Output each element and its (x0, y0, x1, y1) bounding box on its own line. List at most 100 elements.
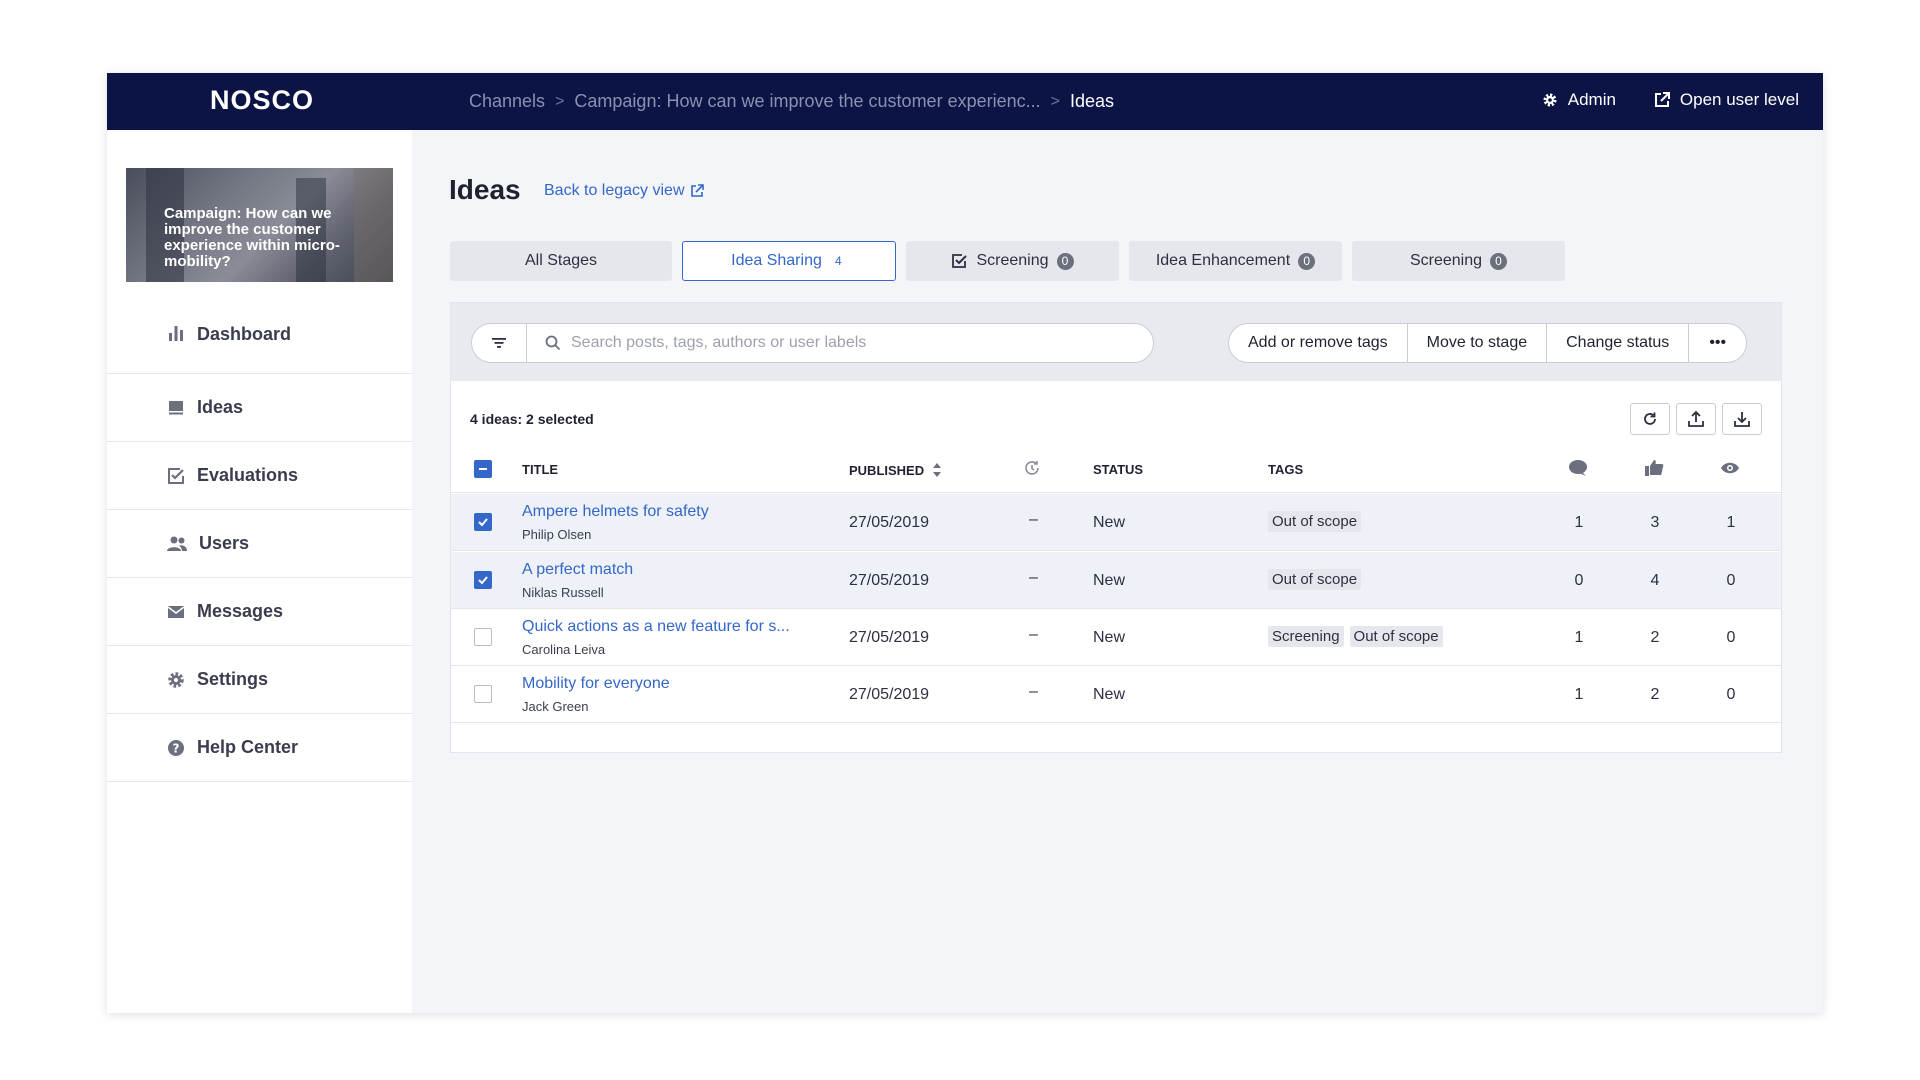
envelope-icon (167, 605, 185, 618)
stage-time: – (1029, 569, 1038, 586)
table-row[interactable]: Mobility for everyone Jack Green 27/05/2… (451, 666, 1781, 723)
tab-screening-2[interactable]: Screening 0 (1352, 241, 1565, 281)
idea-author: Carolina Leiva (522, 642, 606, 657)
search-input[interactable] (571, 334, 1131, 352)
help-icon: ? (168, 739, 184, 756)
app-window: NOSCO Channels > Campaign: How can we im… (107, 73, 1823, 1013)
tab-idea-enhancement[interactable]: Idea Enhancement 0 (1129, 241, 1342, 281)
column-likes[interactable] (1644, 459, 1664, 477)
external-link-icon (1654, 92, 1670, 107)
sidebar-item-settings[interactable]: Settings (107, 646, 412, 714)
column-status[interactable]: STATUS (1093, 462, 1143, 477)
idea-title-link[interactable]: Mobility for everyone (522, 675, 670, 693)
row-checkbox[interactable] (474, 571, 492, 589)
row-checkbox[interactable] (474, 513, 492, 531)
view-count: 0 (1726, 629, 1736, 646)
upload-button[interactable] (1676, 403, 1716, 435)
comment-count: 0 (1574, 572, 1584, 589)
tab-idea-sharing[interactable]: Idea Sharing 4 (682, 241, 896, 281)
selection-summary: 4 ideas: 2 selected (470, 411, 594, 427)
open-user-level-button[interactable]: Open user level (1654, 90, 1799, 110)
campaign-title: Campaign: How can we improve the custome… (164, 205, 340, 270)
campaign-card[interactable]: Campaign: How can we improve the custome… (126, 168, 393, 282)
tab-label: All Stages (524, 252, 598, 269)
column-views[interactable] (1720, 461, 1740, 475)
sidebar-item-label: Help Center (197, 737, 299, 757)
tab-count: 0 (1056, 252, 1074, 270)
add-remove-tags-button[interactable]: Add or remove tags (1229, 324, 1408, 362)
sidebar-item-label: Settings (197, 669, 269, 689)
admin-button[interactable]: Admin (1542, 90, 1616, 110)
open-user-level-label: Open user level (1679, 90, 1799, 109)
table-row[interactable]: Quick actions as a new feature for s... … (451, 609, 1781, 666)
breadcrumb-ideas: Ideas (1069, 91, 1115, 111)
idea-title-link[interactable]: A perfect match (522, 561, 633, 579)
idea-title-link[interactable]: Quick actions as a new feature for s... (522, 618, 790, 636)
idea-tags: Out of scope (1268, 511, 1367, 532)
row-checkbox[interactable] (474, 685, 492, 703)
filter-button[interactable] (471, 323, 527, 363)
sidebar-item-ideas[interactable]: Ideas (107, 374, 412, 442)
top-actions: Admin Open user level (1504, 90, 1799, 110)
sidebar-item-dashboard[interactable]: Dashboard (107, 318, 412, 374)
idea-author: Jack Green (522, 699, 589, 714)
tag-badge: Out of scope (1349, 626, 1443, 647)
back-to-legacy-link[interactable]: Back to legacy view (544, 182, 704, 200)
breadcrumb-channels[interactable]: Channels (469, 91, 545, 112)
legacy-link-label: Back to legacy view (544, 182, 685, 199)
move-to-stage-button[interactable]: Move to stage (1408, 324, 1548, 362)
table-actions (1624, 403, 1762, 435)
more-options-button[interactable]: ••• (1689, 324, 1746, 362)
tab-label: Screening (1409, 252, 1483, 269)
stage-tabs: All Stages Idea Sharing 4 Screening 0 Id… (450, 241, 1575, 281)
checkbox-icon (168, 467, 184, 484)
sidebar-item-users[interactable]: Users (107, 510, 412, 578)
column-tags[interactable]: TAGS (1268, 462, 1303, 477)
column-stage-time[interactable] (1023, 459, 1041, 477)
sidebar-item-evaluations[interactable]: Evaluations (107, 442, 412, 510)
tab-label: Screening (976, 252, 1049, 269)
stage-time: – (1029, 511, 1038, 528)
comment-icon (1569, 460, 1587, 476)
check-icon (478, 518, 488, 527)
idea-status: New (1093, 514, 1126, 531)
download-icon (1734, 412, 1750, 427)
column-comments[interactable] (1568, 459, 1588, 477)
idea-title-link[interactable]: Ampere helmets for safety (522, 503, 709, 521)
select-all-checkbox[interactable] (474, 460, 492, 478)
refresh-button[interactable] (1630, 403, 1670, 435)
download-button[interactable] (1722, 403, 1762, 435)
bulk-actions: Add or remove tags Move to stage Change … (1228, 323, 1748, 363)
gear-icon (1543, 93, 1557, 107)
bar-chart-icon (169, 326, 183, 341)
tab-screening[interactable]: Screening 0 (906, 241, 1119, 281)
search-box (526, 323, 1154, 363)
breadcrumb-campaign[interactable]: Campaign: How can we improve the custome… (574, 91, 1040, 112)
stage-time: – (1029, 683, 1038, 700)
sidebar-item-help-center[interactable]: ? Help Center (107, 714, 412, 782)
sidebar-item-label: Dashboard (197, 324, 292, 344)
view-count: 0 (1726, 572, 1736, 589)
published-date: 27/05/2019 (849, 514, 930, 531)
tab-count: 0 (1298, 252, 1316, 270)
eye-icon (1721, 462, 1739, 474)
breadcrumb-separator: > (1050, 92, 1060, 110)
comment-count: 1 (1574, 629, 1584, 646)
column-published[interactable]: PUBLISHED (849, 462, 942, 478)
svg-text:?: ? (173, 741, 180, 755)
logo[interactable]: NOSCO (210, 85, 314, 116)
tab-label: Idea Sharing (731, 252, 822, 269)
table-row[interactable]: A perfect match Niklas Russell 27/05/201… (451, 552, 1781, 609)
sidebar-nav: Dashboard Ideas Evaluations Users Messag… (107, 318, 412, 782)
row-select-cell (474, 513, 492, 531)
idea-tags: Out of scope (1268, 569, 1367, 590)
refresh-icon (1644, 412, 1656, 425)
sidebar-item-label: Messages (197, 601, 284, 621)
row-checkbox[interactable] (474, 628, 492, 646)
external-link-icon (690, 184, 704, 197)
change-status-button[interactable]: Change status (1547, 324, 1690, 362)
tab-all-stages[interactable]: All Stages (450, 241, 672, 281)
table-row[interactable]: Ampere helmets for safety Philip Olsen 2… (451, 494, 1781, 551)
column-title[interactable]: TITLE (522, 462, 558, 477)
sidebar-item-messages[interactable]: Messages (107, 578, 412, 646)
